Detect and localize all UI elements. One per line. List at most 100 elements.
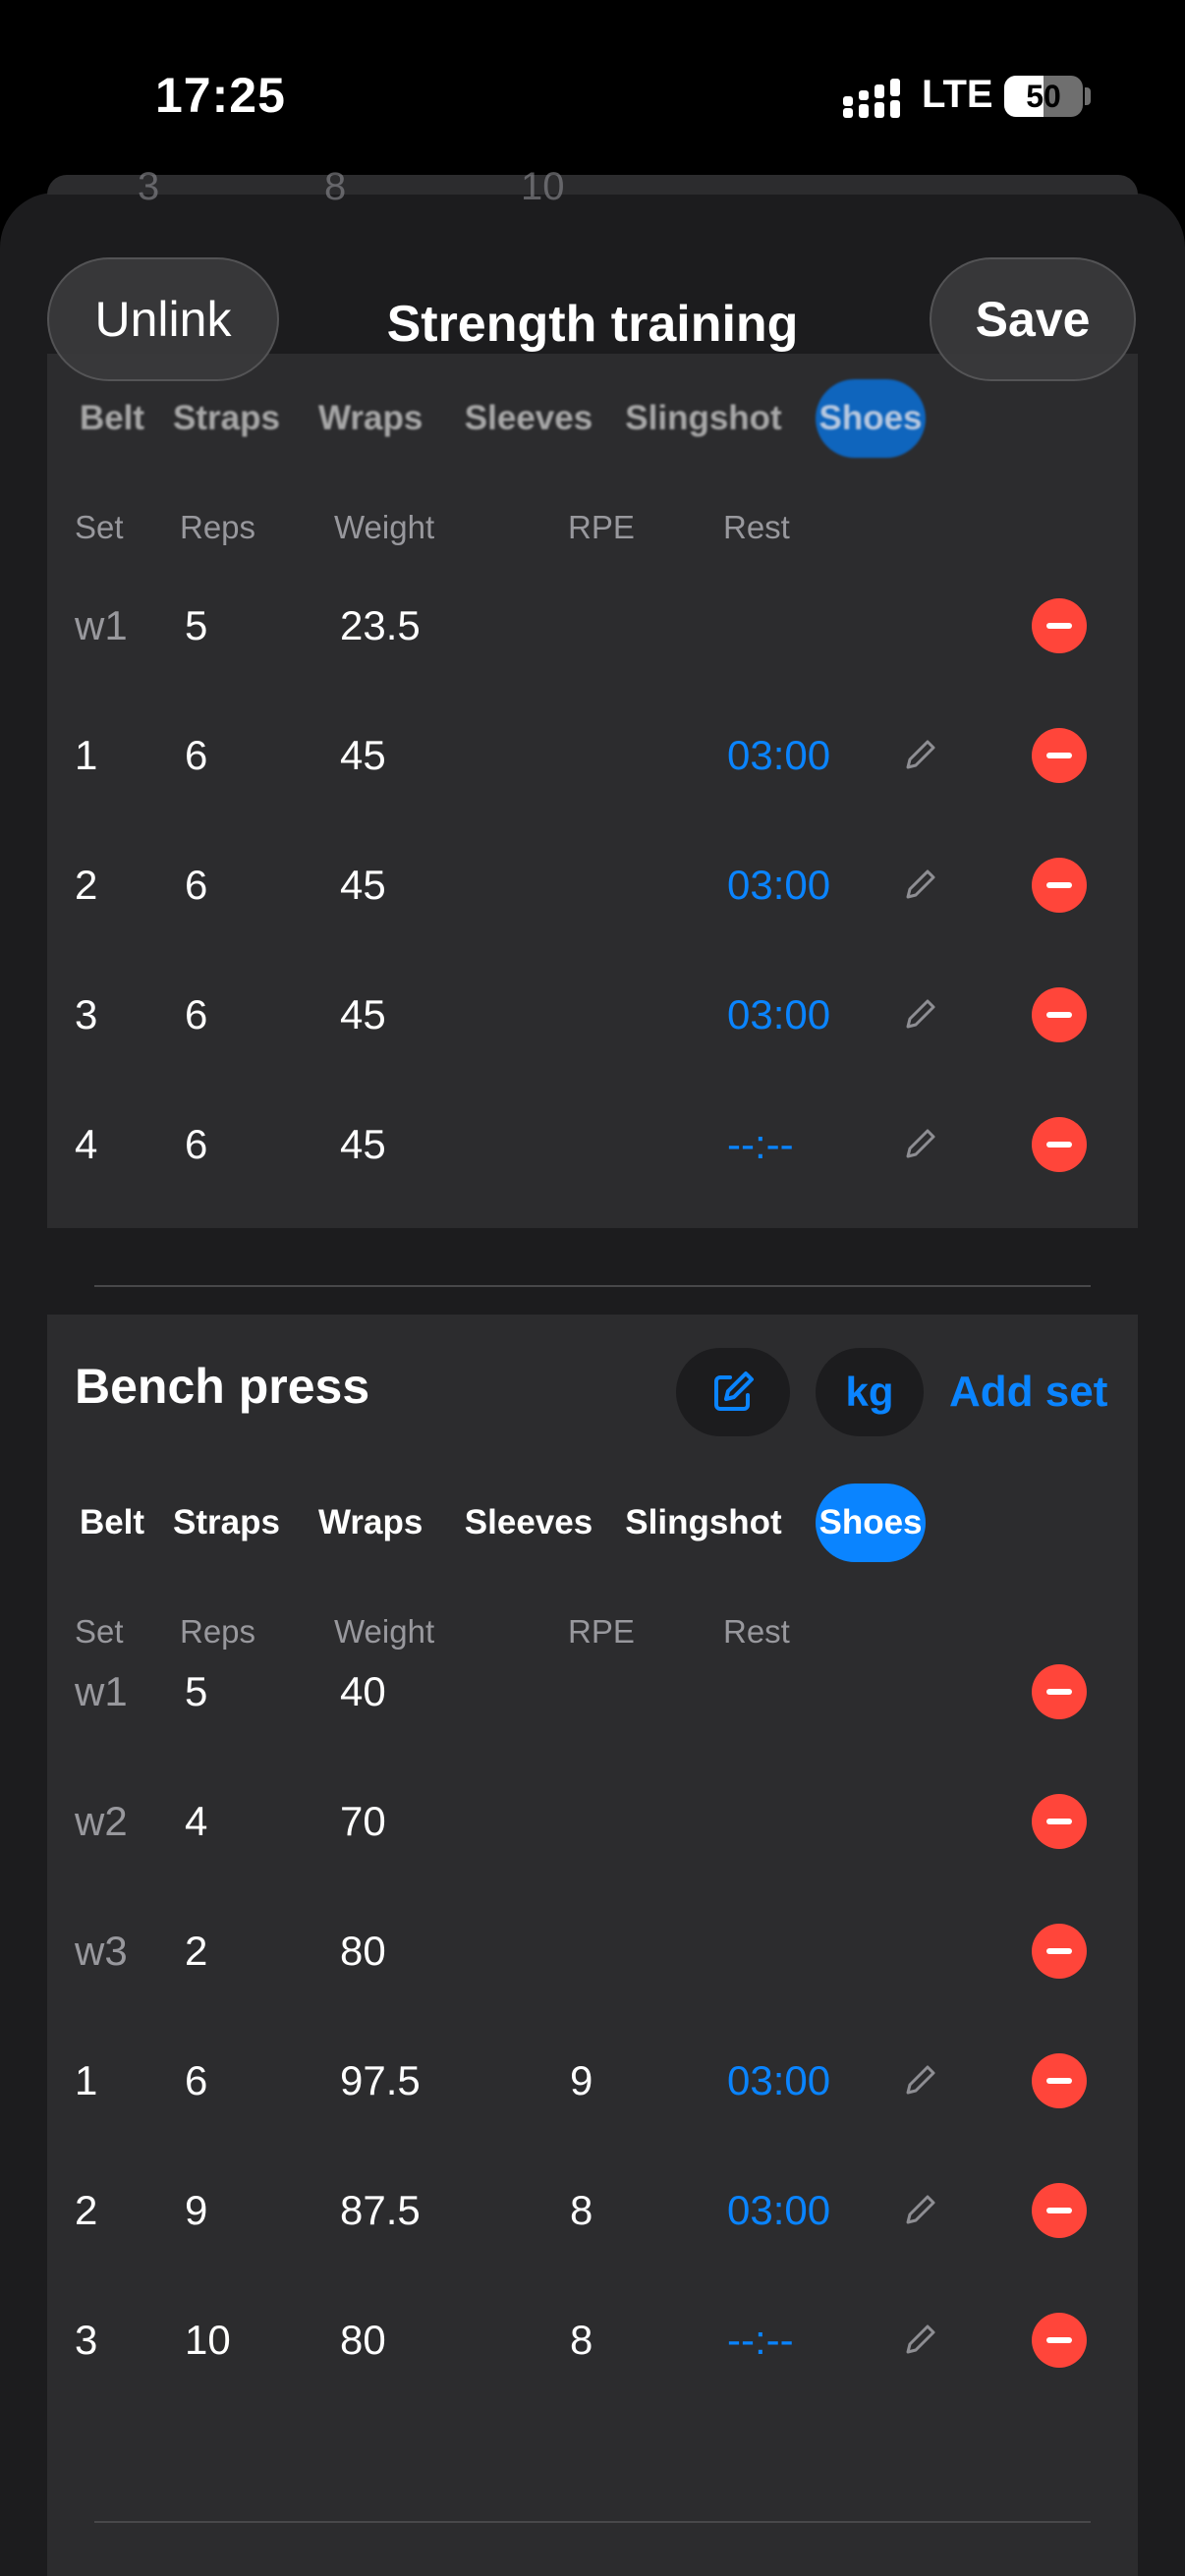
rest-timer[interactable]: 03:00 <box>727 820 830 950</box>
col-rpe: RPE <box>568 509 635 545</box>
set-number[interactable]: 1 <box>75 2016 97 2146</box>
set-number[interactable]: 2 <box>75 820 97 950</box>
weight-value[interactable]: 97.5 <box>340 2016 421 2146</box>
reps-value[interactable]: 6 <box>185 2016 207 2146</box>
weight-value[interactable]: 45 <box>340 820 386 950</box>
battery-nub <box>1085 87 1091 105</box>
delete-set-icon[interactable] <box>1032 598 1087 653</box>
rest-timer[interactable]: 03:00 <box>727 2146 830 2275</box>
pencil-icon[interactable] <box>900 736 939 775</box>
rest-timer[interactable]: --:-- <box>727 2275 794 2405</box>
pencil-icon[interactable] <box>900 2321 939 2360</box>
reps-value[interactable]: 6 <box>185 950 207 1080</box>
pencil-icon[interactable] <box>900 866 939 905</box>
delete-set-icon[interactable] <box>1032 1794 1087 1849</box>
delete-set-icon[interactable] <box>1032 1117 1087 1172</box>
delete-set-icon[interactable] <box>1032 1924 1087 1979</box>
set-number[interactable]: 3 <box>75 2275 97 2405</box>
set-number[interactable]: 4 <box>75 1080 97 1209</box>
set-row[interactable]: w3 2 80 <box>47 1886 1138 2016</box>
delete-set-icon[interactable] <box>1032 987 1087 1042</box>
chip-wraps[interactable]: Wraps <box>318 1484 423 1562</box>
pencil-icon[interactable] <box>900 2061 939 2100</box>
add-set-button[interactable]: Add set <box>949 1348 1107 1436</box>
pencil-icon[interactable] <box>900 1125 939 1164</box>
set-number[interactable]: 1 <box>75 691 97 820</box>
reps-value[interactable]: 6 <box>185 1080 207 1209</box>
weight-value[interactable]: 70 <box>340 1757 386 1886</box>
pencil-icon[interactable] <box>900 995 939 1035</box>
section-divider <box>94 2521 1091 2523</box>
reps-value[interactable]: 6 <box>185 691 207 820</box>
save-button[interactable]: Save <box>930 257 1136 381</box>
set-number[interactable]: w3 <box>75 1886 128 2016</box>
rest-timer[interactable]: 03:00 <box>727 2016 830 2146</box>
weight-value[interactable]: 45 <box>340 691 386 820</box>
rest-timer[interactable]: --:-- <box>727 1080 794 1209</box>
set-number[interactable]: w1 <box>75 1627 128 1757</box>
set-number[interactable]: 2 <box>75 2146 97 2275</box>
set-number[interactable]: w2 <box>75 1757 128 1886</box>
section-divider <box>94 1285 1091 1287</box>
delete-set-icon[interactable] <box>1032 858 1087 913</box>
col-reps: Reps <box>180 509 256 545</box>
signal-icon <box>843 79 900 118</box>
battery-icon: 50 <box>1004 76 1083 117</box>
chip-shoes[interactable]: Shoes <box>816 1484 926 1562</box>
weight-value[interactable]: 80 <box>340 2275 386 2405</box>
header: Unlink Strength training Save <box>0 193 1185 438</box>
set-row[interactable]: 3 10 80 8 --:-- <box>47 2275 1138 2405</box>
set-row[interactable]: w2 4 70 <box>47 1757 1138 1886</box>
set-row[interactable]: w1 5 40 <box>47 1627 1138 1757</box>
chip-slingshot[interactable]: Slingshot <box>625 1484 782 1562</box>
set-row[interactable]: 1 6 97.5 9 03:00 <box>47 2016 1138 2146</box>
chip-sleeves[interactable]: Sleeves <box>462 1484 595 1562</box>
edit-icon <box>714 1372 754 1411</box>
set-row[interactable]: 1 6 45 03:00 <box>47 691 1138 820</box>
reps-value[interactable]: 9 <box>185 2146 207 2275</box>
weight-value[interactable]: 45 <box>340 950 386 1080</box>
exercise-title: Bench press <box>75 1359 370 1414</box>
reps-value[interactable]: 2 <box>185 1886 207 2016</box>
reps-value[interactable]: 5 <box>185 561 207 691</box>
exercise-card-1: Belt Straps Wraps Sleeves Slingshot Shoe… <box>47 354 1138 1228</box>
chip-belt[interactable]: Belt <box>75 1484 149 1562</box>
background-card <box>47 175 1138 195</box>
equipment-chips-2: Belt Straps Wraps Sleeves Slingshot Shoe… <box>47 1484 1138 1562</box>
delete-set-icon[interactable] <box>1032 728 1087 783</box>
set-row[interactable]: 3 6 45 03:00 <box>47 950 1138 1080</box>
rpe-value[interactable]: 9 <box>570 2016 592 2146</box>
set-row[interactable]: w1 5 23.5 <box>47 561 1138 691</box>
rest-timer[interactable]: 03:00 <box>727 950 830 1080</box>
set-row[interactable]: 2 6 45 03:00 <box>47 820 1138 950</box>
weight-value[interactable]: 23.5 <box>340 561 421 691</box>
edit-exercise-button[interactable] <box>676 1348 790 1436</box>
delete-set-icon[interactable] <box>1032 1664 1087 1719</box>
delete-set-icon[interactable] <box>1032 2053 1087 2108</box>
rest-timer[interactable]: 03:00 <box>727 691 830 820</box>
weight-value[interactable]: 40 <box>340 1627 386 1757</box>
reps-value[interactable]: 5 <box>185 1627 207 1757</box>
status-bar: 17:25 LTE 50 <box>0 0 1185 187</box>
pencil-icon[interactable] <box>900 2191 939 2230</box>
set-number[interactable]: 3 <box>75 950 97 1080</box>
status-time: 17:25 <box>155 68 286 123</box>
chip-straps[interactable]: Straps <box>173 1484 280 1562</box>
exercise-card-bench-press: Bench press kg Add set Belt Straps Wraps… <box>47 1315 1138 2576</box>
reps-value[interactable]: 10 <box>185 2275 231 2405</box>
rpe-value[interactable]: 8 <box>570 2146 592 2275</box>
set-number[interactable]: w1 <box>75 561 128 691</box>
reps-value[interactable]: 6 <box>185 820 207 950</box>
delete-set-icon[interactable] <box>1032 2313 1087 2368</box>
col-set: Set <box>75 509 124 545</box>
rpe-value[interactable]: 8 <box>570 2275 592 2405</box>
set-row[interactable]: 4 6 45 --:-- <box>47 1080 1138 1209</box>
reps-value[interactable]: 4 <box>185 1757 207 1886</box>
delete-set-icon[interactable] <box>1032 2183 1087 2238</box>
network-label: LTE <box>922 73 993 116</box>
unit-toggle-button[interactable]: kg <box>816 1348 924 1436</box>
weight-value[interactable]: 87.5 <box>340 2146 421 2275</box>
weight-value[interactable]: 80 <box>340 1886 386 2016</box>
set-row[interactable]: 2 9 87.5 8 03:00 <box>47 2146 1138 2275</box>
weight-value[interactable]: 45 <box>340 1080 386 1209</box>
